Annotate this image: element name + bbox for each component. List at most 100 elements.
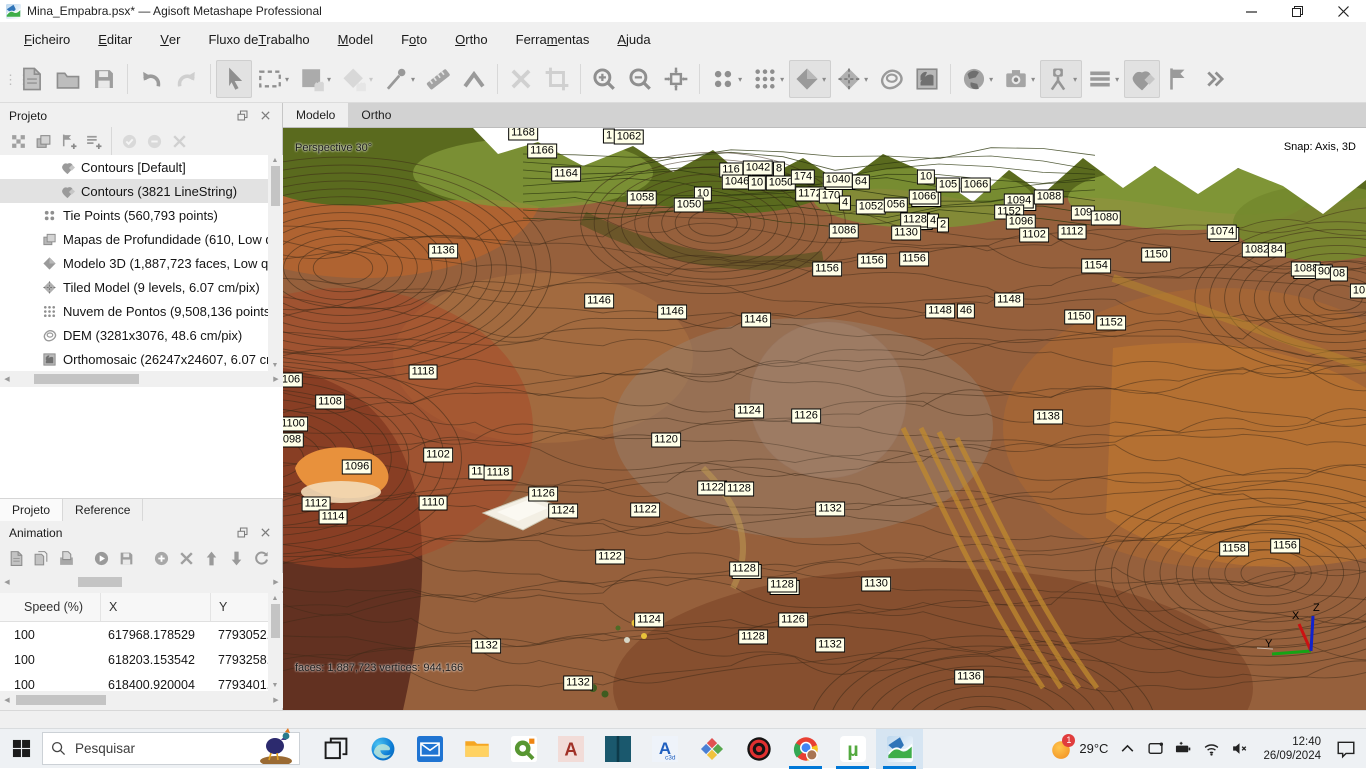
- add-chunk-button[interactable]: [6, 130, 31, 154]
- animation-row[interactable]: 100617968.1785297793052.579: [0, 622, 268, 647]
- dropdown-arrow-icon[interactable]: ▾: [1115, 75, 1119, 84]
- tiled-model-view-button[interactable]: ▾: [831, 60, 873, 98]
- move-region-button[interactable]: ▾: [294, 60, 336, 98]
- tree-hscrollbar[interactable]: ◀ ▶: [0, 371, 283, 387]
- animation-row[interactable]: 100618203.1535427793258.003: [0, 647, 268, 672]
- tray-chevron-icon[interactable]: [1119, 740, 1136, 757]
- dropdown-arrow-icon[interactable]: ▾: [780, 75, 784, 84]
- menu-ficheiro[interactable]: Ficheiro: [10, 22, 84, 56]
- taskbar-qgis-button[interactable]: [500, 729, 547, 769]
- menu-ortho[interactable]: Ortho: [441, 22, 502, 56]
- tree-item[interactable]: Orthomosaic (26247x24607, 6.07 cm/p: [0, 347, 268, 371]
- animation-remove-button[interactable]: [174, 547, 199, 571]
- menu-ferramentas[interactable]: Ferramentas: [502, 22, 604, 56]
- add-photos-button[interactable]: [31, 130, 56, 154]
- dropdown-arrow-icon[interactable]: ▾: [327, 75, 331, 84]
- orthomosaic-view-button[interactable]: [909, 60, 945, 98]
- dropdown-arrow-icon[interactable]: ▾: [864, 75, 868, 84]
- battery-icon[interactable]: [1175, 740, 1192, 757]
- delete-selection-button[interactable]: [503, 60, 539, 98]
- taskbar-app-button[interactable]: [594, 729, 641, 769]
- dropdown-arrow-icon[interactable]: ▾: [989, 75, 993, 84]
- wifi-icon[interactable]: [1203, 740, 1220, 757]
- dropdown-arrow-icon[interactable]: ▾: [738, 75, 742, 84]
- new-project-button[interactable]: [14, 60, 50, 98]
- taskbar-edge-button[interactable]: [359, 729, 406, 769]
- taskbar-explorer-button[interactable]: [453, 729, 500, 769]
- redo-button[interactable]: [169, 60, 205, 98]
- dropdown-arrow-icon[interactable]: ▾: [411, 75, 415, 84]
- clock-widget[interactable]: 12:40 26/09/2024: [1259, 735, 1325, 763]
- zoom-reset-button[interactable]: [658, 60, 694, 98]
- draw-point-button[interactable]: ▾: [378, 60, 420, 98]
- show-markers-button[interactable]: [1160, 60, 1196, 98]
- basemap-button[interactable]: ▾: [956, 60, 998, 98]
- animation-append-button[interactable]: [149, 547, 174, 571]
- show-photos-button[interactable]: ▾: [998, 60, 1040, 98]
- column-y[interactable]: Y: [210, 593, 268, 621]
- move-object-button[interactable]: ▾: [336, 60, 378, 98]
- weather-widget[interactable]: 1 29°C: [1050, 738, 1108, 760]
- menu-ajuda[interactable]: Ajuda: [603, 22, 664, 56]
- animation-new-button[interactable]: [4, 547, 29, 571]
- show-shapes-button[interactable]: [1124, 60, 1160, 98]
- rectangle-selection-button[interactable]: ▾: [252, 60, 294, 98]
- draw-polyline-button[interactable]: [456, 60, 492, 98]
- tree-vscrollbar[interactable]: ▲ ▼: [268, 155, 283, 371]
- menu-ver[interactable]: Ver: [146, 22, 194, 56]
- animation-float-button[interactable]: [234, 525, 251, 540]
- column-speed[interactable]: Speed (%): [0, 593, 100, 621]
- toolbar-overflow-button[interactable]: [1196, 60, 1232, 98]
- tie-points-view-button[interactable]: ▾: [705, 60, 747, 98]
- crop-selection-button[interactable]: [539, 60, 575, 98]
- show-cameras-button[interactable]: ▾: [1040, 60, 1082, 98]
- viewport-tab-ortho[interactable]: Ortho: [348, 103, 404, 127]
- dock-tab-reference[interactable]: Reference: [63, 499, 143, 521]
- taskbar-task-view-button[interactable]: [312, 729, 359, 769]
- selection-tool-button[interactable]: [216, 60, 252, 98]
- ruler-tool-button[interactable]: [420, 60, 456, 98]
- save-project-button[interactable]: [86, 60, 122, 98]
- animation-save-button[interactable]: [54, 547, 79, 571]
- menu-foto[interactable]: Foto: [387, 22, 441, 56]
- maximize-button[interactable]: [1274, 0, 1320, 22]
- volume-muted-icon[interactable]: [1231, 740, 1248, 757]
- point-cloud-view-button[interactable]: ▾: [747, 60, 789, 98]
- tree-item[interactable]: Contours (3821 LineString): [0, 179, 268, 203]
- taskbar-diamond-app-button[interactable]: [688, 729, 735, 769]
- animation-capture-button[interactable]: [114, 547, 139, 571]
- taskbar-utorrent-button[interactable]: µ: [829, 729, 876, 769]
- taskbar-red-app-button[interactable]: [735, 729, 782, 769]
- show-contours-menu-button[interactable]: ▾: [1082, 60, 1124, 98]
- dropdown-arrow-icon[interactable]: ▾: [822, 75, 826, 84]
- taskbar-metashape-button[interactable]: [876, 729, 923, 769]
- close-button[interactable]: [1320, 0, 1366, 22]
- dropdown-arrow-icon[interactable]: ▾: [1031, 75, 1035, 84]
- animation-move-up-button[interactable]: [199, 547, 224, 571]
- tree-item[interactable]: Mapas de Profundidade (610, Low qua: [0, 227, 268, 251]
- tree-item[interactable]: Modelo 3D (1,887,723 faces, Low quali: [0, 251, 268, 275]
- animation-vscrollbar[interactable]: ▲ ▼: [268, 593, 283, 691]
- add-scalebar-button[interactable]: [81, 130, 106, 154]
- open-project-button[interactable]: [50, 60, 86, 98]
- viewport-tab-modelo[interactable]: Modelo: [283, 103, 348, 127]
- menu-fluxo-de-trabalho[interactable]: Fluxo de Trabalho: [194, 22, 323, 56]
- tree-item[interactable]: Nuvem de Pontos (9,508,136 points, Lo: [0, 299, 268, 323]
- dock-tab-projeto[interactable]: Projeto: [0, 499, 63, 521]
- project-close-button[interactable]: [257, 108, 274, 123]
- animation-hscrollbar[interactable]: ◀ ▶: [0, 691, 283, 708]
- taskbar-mail-button[interactable]: [406, 729, 453, 769]
- column-x[interactable]: X: [100, 593, 210, 621]
- action-center-icon[interactable]: [1336, 739, 1356, 759]
- menu-model[interactable]: Model: [324, 22, 387, 56]
- taskbar-civil3d-button[interactable]: Ac3d: [641, 729, 688, 769]
- animation-update-button[interactable]: [249, 547, 274, 571]
- animation-close-button[interactable]: [257, 525, 274, 540]
- search-input[interactable]: Pesquisar: [42, 732, 300, 765]
- tree-item[interactable]: Contours [Default]: [0, 155, 268, 179]
- animation-timeline-scrollbar[interactable]: ◀ ▶: [0, 573, 283, 591]
- tree-item[interactable]: Tiled Model (9 levels, 6.07 cm/pix): [0, 275, 268, 299]
- dropdown-arrow-icon[interactable]: ▾: [285, 75, 289, 84]
- dem-view-button[interactable]: [873, 60, 909, 98]
- animation-load-button[interactable]: [29, 547, 54, 571]
